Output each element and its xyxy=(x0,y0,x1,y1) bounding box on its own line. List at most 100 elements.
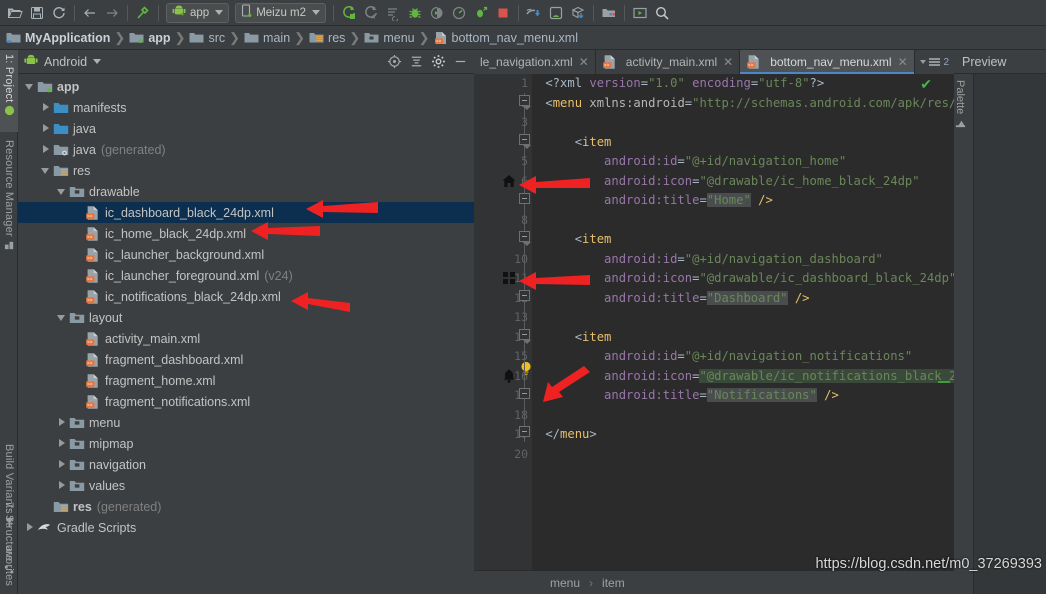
fold-end-item-1[interactable] xyxy=(519,193,530,204)
fold-toggle-item-2[interactable] xyxy=(519,231,531,246)
tree-row[interactable]: menu xyxy=(18,412,474,433)
editor-tab[interactable]: <> activity_main.xml ✕ xyxy=(596,50,741,74)
breadcrumb-item-menu[interactable]: menu xyxy=(364,31,415,45)
avd-manager-icon[interactable] xyxy=(545,2,567,24)
breadcrumb-item-app[interactable]: app xyxy=(129,31,171,45)
profile-app-icon[interactable] xyxy=(470,2,492,24)
fold-end-menu[interactable] xyxy=(519,426,530,437)
chevron-right-icon[interactable] xyxy=(40,144,51,155)
apply-changes-icon[interactable]: A xyxy=(360,2,382,24)
chevron-right-icon[interactable] xyxy=(24,522,35,533)
code-line[interactable] xyxy=(538,308,954,328)
tree-row[interactable]: <> ic_notifications_black_24dp.xml xyxy=(18,286,474,307)
tree-row[interactable]: drawable xyxy=(18,181,474,202)
tree-row[interactable]: <> ic_launcher_background.xml xyxy=(18,244,474,265)
collapse-all-icon[interactable] xyxy=(408,54,424,70)
run-icon[interactable] xyxy=(338,2,360,24)
tree-row[interactable]: <> activity_main.xml xyxy=(18,328,474,349)
run-configuration-selector[interactable]: app xyxy=(166,2,230,23)
code-line[interactable]: </menu> xyxy=(538,425,954,445)
dashboard-preview-icon[interactable] xyxy=(501,270,517,286)
chevron-down-icon[interactable] xyxy=(24,81,35,92)
code-line[interactable]: <menu xmlns:android="http://schemas.andr… xyxy=(538,94,954,114)
chevron-right-icon[interactable] xyxy=(56,417,67,428)
chevron-down-icon[interactable] xyxy=(215,10,224,15)
chevron-right-icon[interactable] xyxy=(56,438,67,449)
editor-gutter[interactable]: 1234567891011121314151617181920 xyxy=(474,74,532,570)
code-line[interactable] xyxy=(538,406,954,426)
code-line[interactable]: <item xyxy=(538,230,954,250)
build-hammer-icon[interactable] xyxy=(132,2,154,24)
project-view-selector-label[interactable]: Android xyxy=(44,55,87,69)
open-folder-icon[interactable] xyxy=(4,2,26,24)
notifications-bell-preview-icon[interactable] xyxy=(501,368,517,384)
locate-target-icon[interactable] xyxy=(386,54,402,70)
chevron-right-icon[interactable] xyxy=(40,123,51,134)
sidebar-item-favorites[interactable]: avorites xyxy=(0,542,18,594)
project-structure-icon[interactable] xyxy=(598,2,620,24)
inspection-status-icon[interactable]: ✔ xyxy=(920,76,932,93)
editor-code-area[interactable]: 1234567891011121314151617181920 xyxy=(474,74,954,570)
tree-row[interactable]: java (generated) xyxy=(18,139,474,160)
editor-tab[interactable]: <> bottom_nav_menu.xml ✕ xyxy=(740,50,915,74)
code-line[interactable]: android:icon="@drawable/ic_home_black_24… xyxy=(538,172,954,192)
sync-refresh-icon[interactable] xyxy=(48,2,70,24)
tree-row[interactable]: manifests xyxy=(18,97,474,118)
code-line[interactable] xyxy=(538,113,954,133)
breadcrumb-item-src[interactable]: src xyxy=(189,31,225,45)
tree-row[interactable]: app xyxy=(18,76,474,97)
preview-canvas[interactable] xyxy=(974,74,1046,594)
code-line[interactable]: android:id="@+id/navigation_notification… xyxy=(538,347,954,367)
fold-toggle-item-1[interactable] xyxy=(519,134,531,149)
chevron-right-icon[interactable] xyxy=(56,480,67,491)
search-everywhere-icon[interactable] xyxy=(651,2,673,24)
save-all-icon[interactable] xyxy=(26,2,48,24)
hide-panel-icon[interactable] xyxy=(452,54,468,70)
code-line[interactable]: android:title="Dashboard" /> xyxy=(538,289,954,309)
code-line[interactable]: android:icon="@drawable/ic_notifications… xyxy=(538,367,954,387)
close-icon[interactable]: ✕ xyxy=(723,55,733,69)
sdk-manager-icon[interactable] xyxy=(523,2,545,24)
tree-row[interactable]: layout xyxy=(18,307,474,328)
gear-settings-icon[interactable] xyxy=(430,54,446,70)
code-line[interactable]: android:icon="@drawable/ic_dashboard_bla… xyxy=(538,269,954,289)
tree-row[interactable]: java xyxy=(18,118,474,139)
tree-row[interactable]: res xyxy=(18,160,474,181)
tree-row[interactable]: <> fragment_home.xml xyxy=(18,370,474,391)
stop-icon[interactable] xyxy=(492,2,514,24)
code-line[interactable]: android:title="Notifications" /> xyxy=(538,386,954,406)
tab-overflow-control[interactable]: 2 xyxy=(915,50,954,74)
fold-toggle-menu[interactable] xyxy=(519,95,531,110)
tree-row[interactable]: values xyxy=(18,475,474,496)
sidebar-item-resource-manager[interactable]: Resource Manager xyxy=(0,136,18,262)
tree-row[interactable]: mipmap xyxy=(18,433,474,454)
sync-gradle-icon[interactable] xyxy=(567,2,589,24)
tree-row[interactable]: navigation xyxy=(18,454,474,475)
code-line[interactable]: android:id="@+id/navigation_home" xyxy=(538,152,954,172)
chevron-down-icon[interactable] xyxy=(56,312,67,323)
code-line[interactable]: <item xyxy=(538,328,954,348)
tree-row[interactable]: <> fragment_dashboard.xml xyxy=(18,349,474,370)
code-line[interactable]: <?xml version="1.0" encoding="utf-8"?> xyxy=(538,74,954,94)
code-line[interactable]: android:id="@+id/navigation_dashboard" xyxy=(538,250,954,270)
breadcrumb-item-main[interactable]: main xyxy=(244,31,290,45)
code-folding-column[interactable] xyxy=(518,74,532,570)
breadcrumb-item-file[interactable]: <> bottom_nav_menu.xml xyxy=(434,31,578,45)
attach-debugger-icon[interactable] xyxy=(426,2,448,24)
code-line[interactable]: android:title="Home" /> xyxy=(538,191,954,211)
forward-arrow-icon[interactable] xyxy=(101,2,123,24)
tree-row[interactable]: Gradle Scripts xyxy=(18,517,474,538)
back-arrow-icon[interactable] xyxy=(79,2,101,24)
chevron-right-icon[interactable] xyxy=(56,459,67,470)
status-crumb-menu[interactable]: menu xyxy=(550,576,580,590)
sidebar-item-project[interactable]: 1: Project xyxy=(0,50,18,132)
fold-end-item-3[interactable] xyxy=(519,388,530,399)
fold-end-item-2[interactable] xyxy=(519,290,530,301)
code-line[interactable]: <item xyxy=(538,133,954,153)
close-icon[interactable]: ✕ xyxy=(579,55,589,69)
tree-row[interactable]: <> ic_launcher_foreground.xml (v24) xyxy=(18,265,474,286)
sidebar-item-palette[interactable]: Palette xyxy=(954,74,966,128)
code-line[interactable] xyxy=(538,445,954,465)
code-line[interactable] xyxy=(538,211,954,231)
chevron-down-icon[interactable] xyxy=(920,60,927,64)
